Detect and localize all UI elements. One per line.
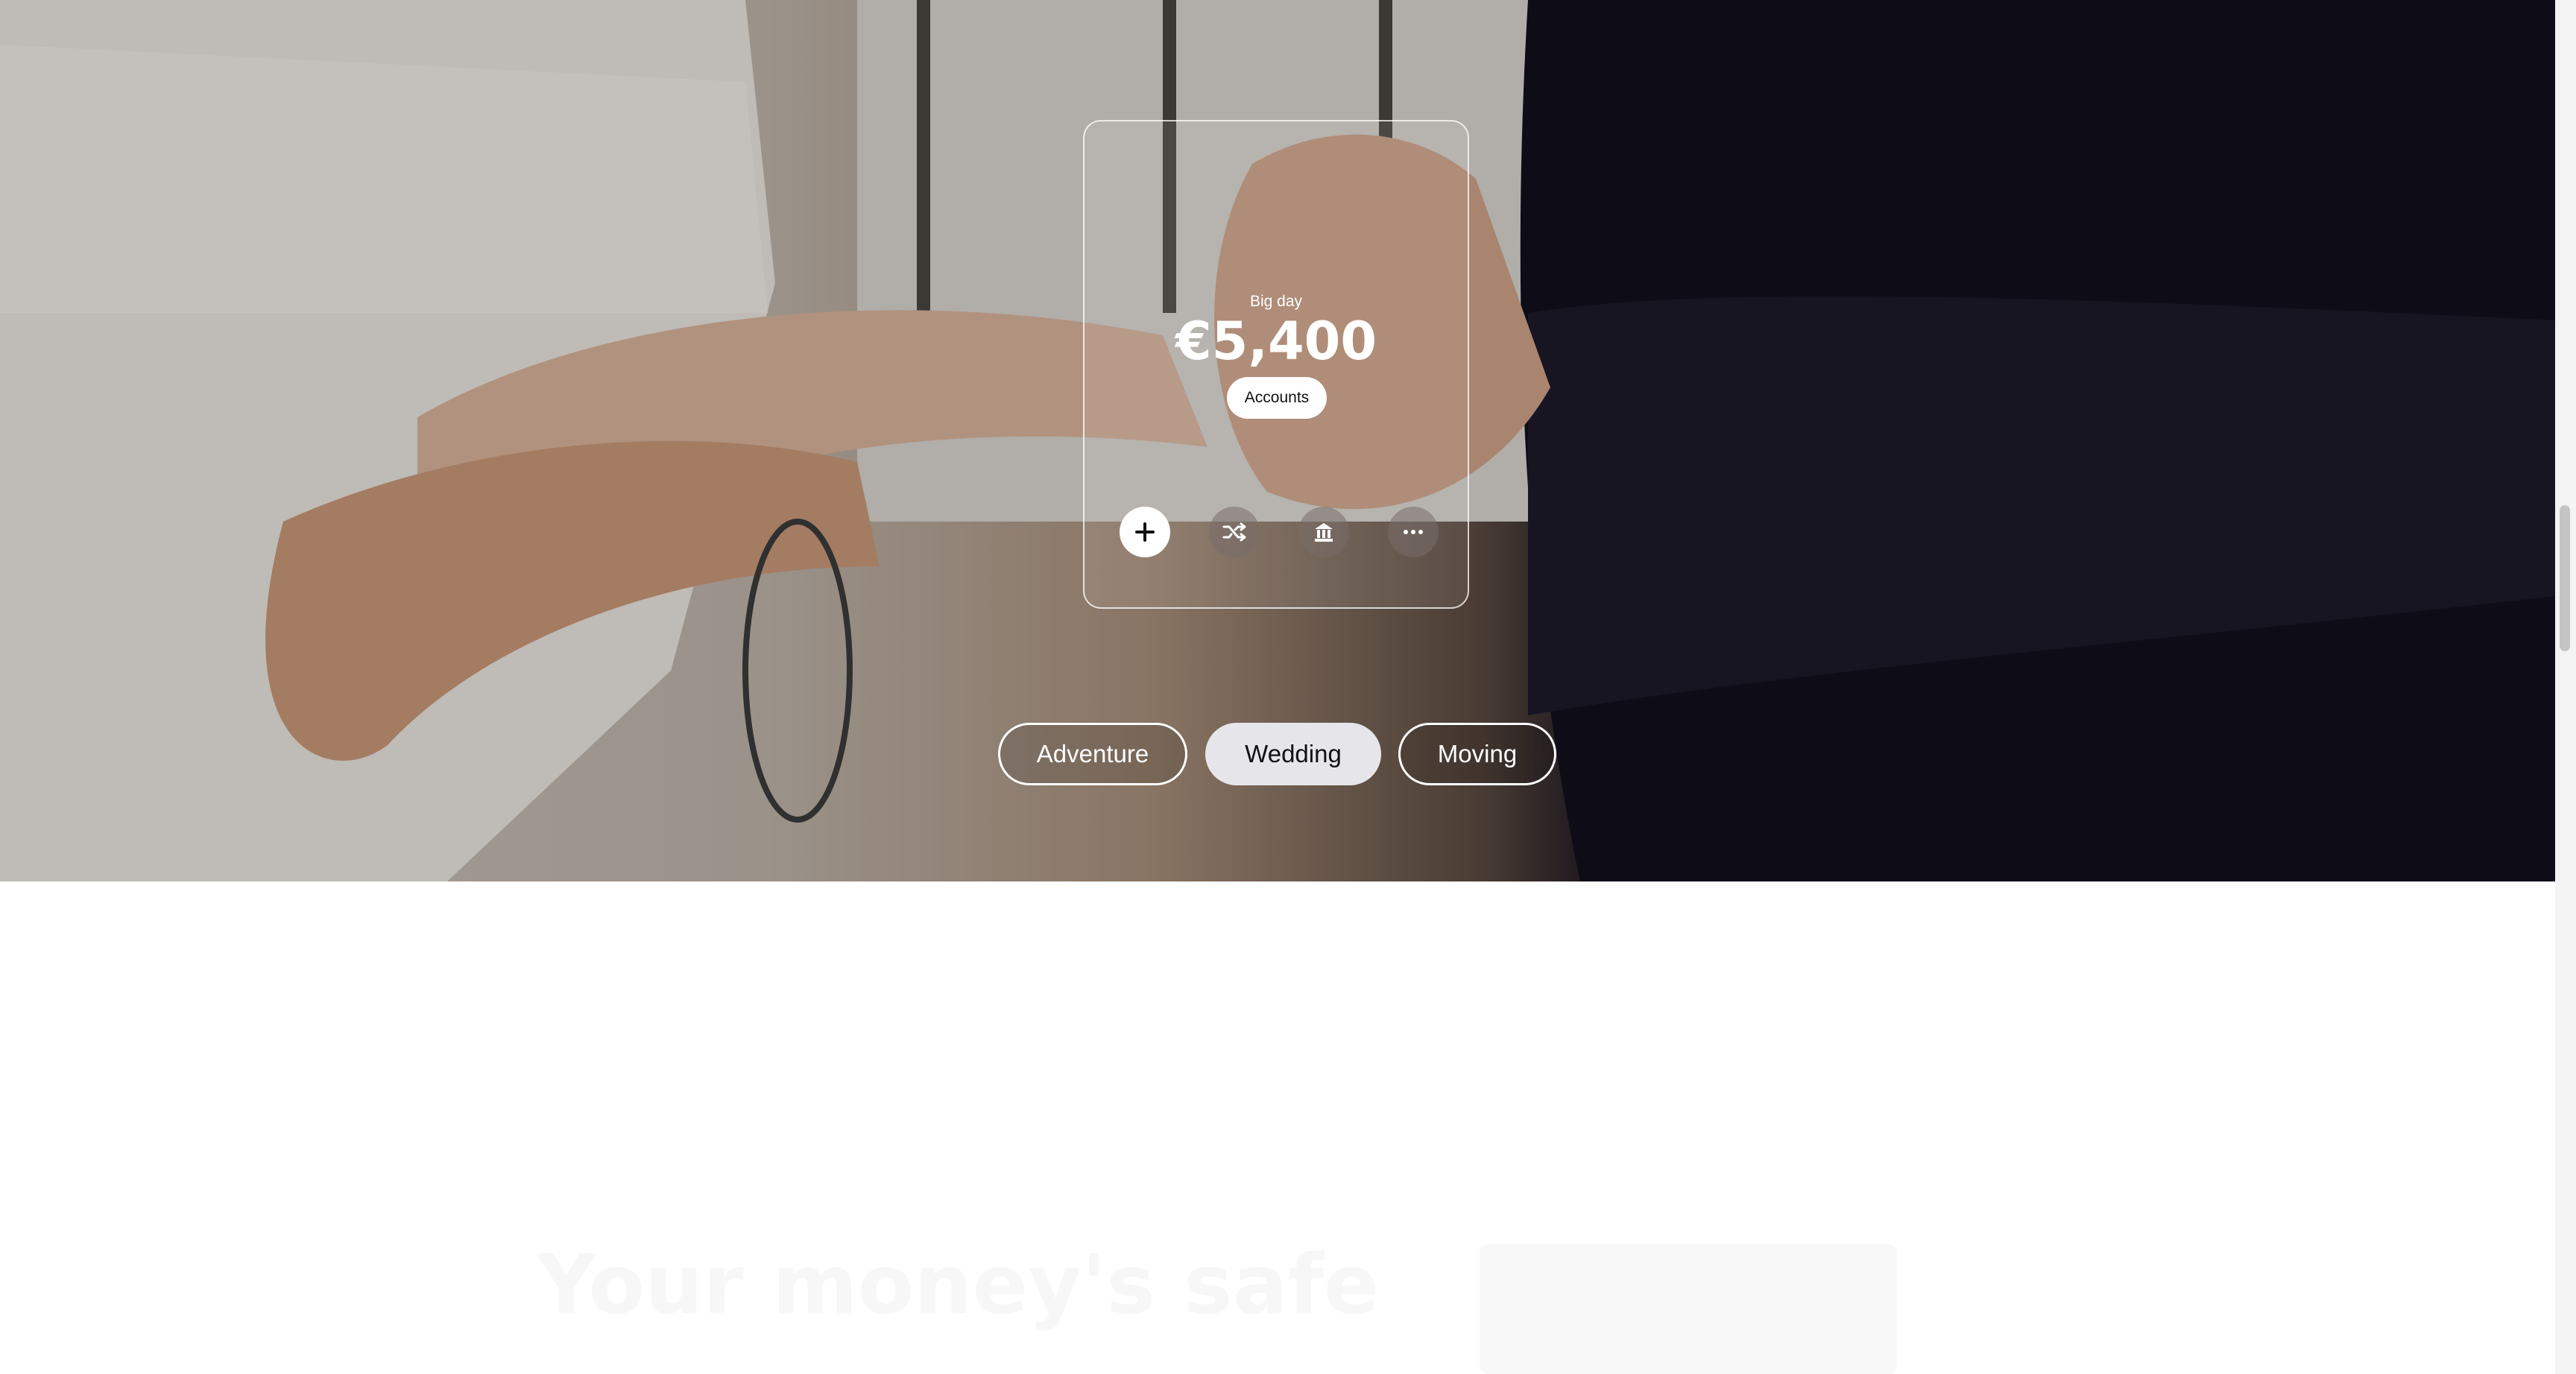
more-icon xyxy=(1404,530,1423,534)
pill-moving[interactable]: Moving xyxy=(1398,723,1556,785)
section-title: Your money's safe xyxy=(537,1237,1380,1332)
accounts-button[interactable]: Accounts xyxy=(1227,377,1327,419)
bank-icon xyxy=(1315,523,1333,542)
bank-button[interactable] xyxy=(1298,507,1349,557)
scrollbar-track[interactable] xyxy=(2555,0,2576,1374)
more-button[interactable] xyxy=(1388,507,1439,557)
shuffle-icon xyxy=(1222,522,1246,542)
plus-icon xyxy=(1135,522,1155,542)
card-label: Big day xyxy=(1249,293,1303,310)
savings-card[interactable]: Big day €5,400 Accounts xyxy=(1083,120,1469,609)
pill-adventure[interactable]: Adventure xyxy=(998,723,1187,785)
pill-wedding[interactable]: Wedding xyxy=(1205,723,1381,785)
card-amount: €5,400 xyxy=(1175,311,1377,372)
scrollbar-thumb[interactable] xyxy=(2560,505,2570,651)
transfer-button[interactable] xyxy=(1209,507,1260,557)
add-money-button[interactable] xyxy=(1120,507,1170,557)
hero-section: Big day €5,400 Accounts Adventure Weddin… xyxy=(0,0,2555,881)
section-preview-card xyxy=(1480,1244,1897,1374)
